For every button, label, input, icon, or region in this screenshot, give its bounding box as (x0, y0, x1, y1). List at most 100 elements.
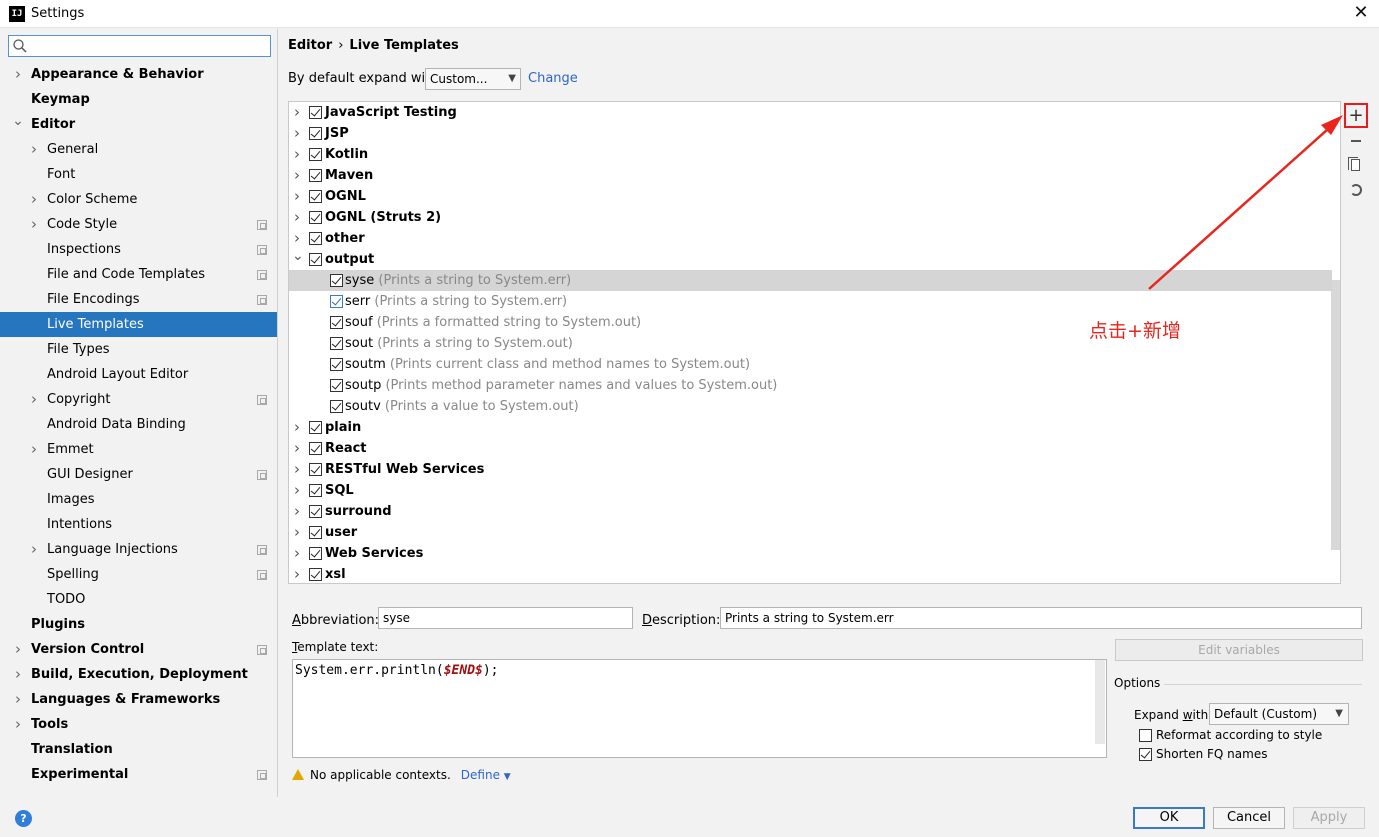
sidebar-item-version-control[interactable]: › Version Control (0, 637, 277, 662)
template-row[interactable]: syse (Prints a string to System.err) (289, 270, 1332, 291)
templates-tree-scrollbar[interactable] (1331, 280, 1340, 550)
expand-with-select[interactable]: Default (Custom) ▼ (1209, 703, 1349, 725)
settings-search-input[interactable] (29, 37, 267, 55)
sidebar-item-appearance-behavior[interactable]: › Appearance & Behavior (0, 62, 277, 87)
template-checkbox[interactable] (309, 484, 322, 497)
define-context-link[interactable]: Define ▼ (461, 768, 511, 782)
template-group-row[interactable]: › SQL (289, 480, 1332, 501)
template-checkbox[interactable] (309, 127, 322, 140)
sidebar-item-general[interactable]: › General (0, 137, 277, 162)
sidebar-item-file-types[interactable]: File Types (0, 337, 277, 362)
sidebar-item-android-layout-editor[interactable]: Android Layout Editor (0, 362, 277, 387)
template-checkbox[interactable] (309, 232, 322, 245)
template-checkbox[interactable] (309, 547, 322, 560)
template-row[interactable]: serr (Prints a string to System.err) (289, 291, 1332, 312)
abbreviation-input[interactable]: syse (378, 607, 633, 629)
restore-defaults-button[interactable] (1344, 178, 1368, 203)
template-checkbox[interactable] (309, 568, 322, 581)
sidebar-item-color-scheme[interactable]: › Color Scheme (0, 187, 277, 212)
default-expand-select[interactable]: Custom... ▼ (425, 68, 521, 90)
change-link[interactable]: Change (528, 68, 578, 90)
chevron-right-icon[interactable]: › (292, 144, 302, 164)
chevron-right-icon[interactable]: › (292, 123, 302, 143)
sidebar-item-experimental[interactable]: Experimental (0, 762, 277, 787)
template-editor-scrollbar[interactable] (1095, 660, 1105, 744)
template-row[interactable]: soutv (Prints a value to System.out) (289, 396, 1332, 417)
template-checkbox[interactable] (309, 211, 322, 224)
template-group-row[interactable]: ⌄ output (289, 249, 1332, 270)
chevron-right-icon[interactable]: › (292, 207, 302, 227)
template-checkbox[interactable] (309, 421, 322, 434)
template-group-row[interactable]: › surround (289, 501, 1332, 522)
template-group-row[interactable]: › other (289, 228, 1332, 249)
template-checkbox[interactable] (309, 526, 322, 539)
template-checkbox[interactable] (330, 400, 343, 413)
chevron-right-icon[interactable]: › (292, 459, 302, 479)
sidebar-item-android-data-binding[interactable]: Android Data Binding (0, 412, 277, 437)
template-row[interactable]: soutm (Prints current class and method n… (289, 354, 1332, 375)
template-checkbox[interactable] (309, 190, 322, 203)
template-group-row[interactable]: › user (289, 522, 1332, 543)
template-checkbox[interactable] (309, 463, 322, 476)
duplicate-template-button[interactable] (1344, 153, 1368, 178)
chevron-right-icon[interactable]: › (292, 564, 302, 583)
chevron-right-icon[interactable]: › (292, 480, 302, 500)
sidebar-item-build-execution-deployment[interactable]: › Build, Execution, Deployment (0, 662, 277, 687)
template-checkbox[interactable] (309, 505, 322, 518)
template-checkbox[interactable] (309, 442, 322, 455)
apply-button[interactable]: Apply (1293, 807, 1365, 829)
template-checkbox[interactable] (309, 169, 322, 182)
sidebar-item-code-style[interactable]: › Code Style (0, 212, 277, 237)
sidebar-item-editor[interactable]: ⌄ Editor (0, 112, 277, 137)
template-group-row[interactable]: › OGNL (289, 186, 1332, 207)
sidebar-item-gui-designer[interactable]: GUI Designer (0, 462, 277, 487)
template-checkbox[interactable] (309, 253, 322, 266)
chevron-right-icon[interactable]: › (28, 212, 40, 236)
chevron-down-icon[interactable]: ⌄ (12, 112, 24, 130)
template-checkbox[interactable] (330, 358, 343, 371)
template-checkbox[interactable] (330, 316, 343, 329)
sidebar-item-inspections[interactable]: Inspections (0, 237, 277, 262)
sidebar-item-file-and-code-templates[interactable]: File and Code Templates (0, 262, 277, 287)
chevron-right-icon[interactable]: › (292, 165, 302, 185)
template-group-row[interactable]: › Kotlin (289, 144, 1332, 165)
template-group-row[interactable]: › xsl (289, 564, 1332, 583)
chevron-right-icon[interactable]: › (28, 387, 40, 411)
sidebar-item-plugins[interactable]: Plugins (0, 612, 277, 637)
reformat-checkbox[interactable] (1139, 729, 1152, 742)
template-checkbox[interactable] (309, 106, 322, 119)
sidebar-item-language-injections[interactable]: › Language Injections (0, 537, 277, 562)
sidebar-item-font[interactable]: Font (0, 162, 277, 187)
cancel-button[interactable]: Cancel (1213, 807, 1285, 829)
chevron-right-icon[interactable]: › (12, 687, 24, 711)
sidebar-item-copyright[interactable]: › Copyright (0, 387, 277, 412)
chevron-right-icon[interactable]: › (28, 137, 40, 161)
template-group-row[interactable]: › React (289, 438, 1332, 459)
template-text-editor[interactable]: System.err.println($END$); (292, 659, 1107, 758)
description-input[interactable]: Prints a string to System.err (720, 607, 1362, 629)
chevron-right-icon[interactable]: › (292, 417, 302, 437)
chevron-right-icon[interactable]: › (292, 501, 302, 521)
template-group-row[interactable]: › JavaScript Testing (289, 102, 1332, 123)
template-checkbox[interactable] (309, 148, 322, 161)
template-group-row[interactable]: › OGNL (Struts 2) (289, 207, 1332, 228)
template-group-row[interactable]: › Maven (289, 165, 1332, 186)
template-checkbox[interactable] (330, 337, 343, 350)
sidebar-item-translation[interactable]: Translation (0, 737, 277, 762)
settings-search-box[interactable] (8, 35, 271, 57)
sidebar-item-file-encodings[interactable]: File Encodings (0, 287, 277, 312)
chevron-right-icon[interactable]: › (292, 228, 302, 248)
chevron-right-icon[interactable]: › (292, 102, 302, 122)
add-template-button[interactable]: + (1344, 103, 1368, 128)
chevron-down-icon[interactable]: ⌄ (292, 249, 304, 263)
template-group-row[interactable]: › plain (289, 417, 1332, 438)
chevron-right-icon[interactable]: › (292, 543, 302, 563)
close-icon[interactable]: ✕ (1351, 3, 1371, 23)
chevron-right-icon[interactable]: › (292, 522, 302, 542)
shorten-fq-checkbox[interactable] (1139, 748, 1152, 761)
sidebar-item-keymap[interactable]: Keymap (0, 87, 277, 112)
sidebar-item-images[interactable]: Images (0, 487, 277, 512)
edit-variables-button[interactable]: Edit variables (1115, 639, 1363, 661)
template-group-row[interactable]: › Web Services (289, 543, 1332, 564)
sidebar-item-todo[interactable]: TODO (0, 587, 277, 612)
